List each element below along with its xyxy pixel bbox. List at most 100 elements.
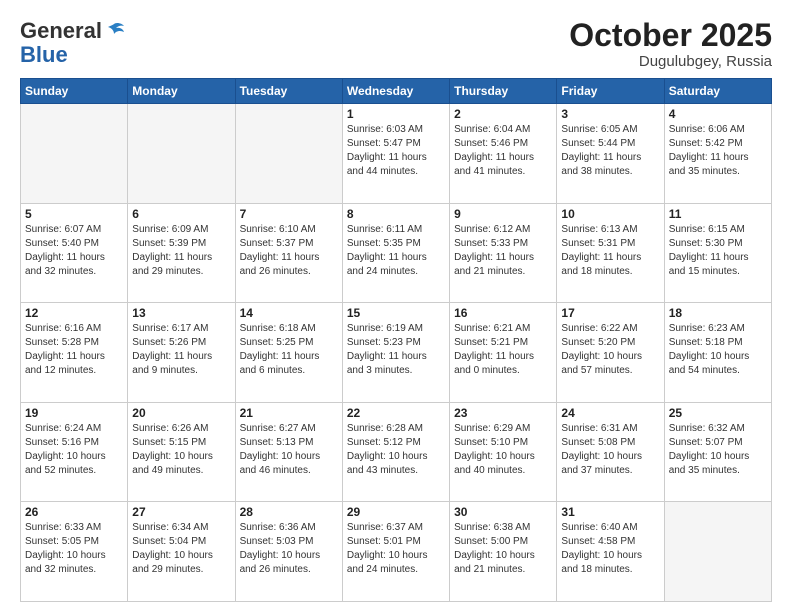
table-row [21,104,128,204]
table-row: 6 Sunrise: 6:09 AM Sunset: 5:39 PM Daylig… [128,203,235,303]
header: General Blue October 2025 Dugulubgey, Ru… [20,18,772,70]
table-row: 15 Sunrise: 6:19 AM Sunset: 5:23 PM Dayli… [342,303,449,403]
day-number: 25 [669,406,767,420]
day-info: Sunrise: 6:33 AM Sunset: 5:05 PM Dayligh… [25,521,123,577]
day-info: Sunrise: 6:21 AM Sunset: 5:21 PM Dayligh… [454,322,552,378]
table-row: 29Sunrise: 6:37 AM Sunset: 5:01 PM Dayli… [342,502,449,602]
col-monday: Monday [128,79,235,104]
day-info: Sunrise: 6:36 AM Sunset: 5:03 PM Dayligh… [240,521,338,577]
day-info: Sunrise: 6:16 AM Sunset: 5:28 PM Dayligh… [25,322,123,378]
table-row: 25 Sunrise: 6:32 AM Sunset: 5:07 PM Dayli… [664,402,771,502]
logo-bird-icon [104,22,124,40]
day-number: 3 [561,107,659,121]
table-row: 31 Sunrise: 6:40 AM Sunset: 4:58 PM Dayli… [557,502,664,602]
day-info: Sunrise: 6:23 AM Sunset: 5:18 PM Dayligh… [669,322,767,378]
day-info: Sunrise: 6:34 AM Sunset: 5:04 PM Dayligh… [132,521,230,577]
day-number: 28 [240,505,338,519]
table-row: 30 Sunrise: 6:38 AM Sunset: 5:00 PM Dayli… [450,502,557,602]
day-number: 29 [347,505,445,519]
day-info: Sunrise: 6:12 AM Sunset: 5:33 PM Dayligh… [454,223,552,279]
day-info: Sunrise: 6:29 AM Sunset: 5:10 PM Dayligh… [454,422,552,478]
day-number: 30 [454,505,552,519]
day-number: 27 [132,505,230,519]
day-number: 2 [454,107,552,121]
table-row: 22 Sunrise: 6:28 AM Sunset: 5:12 PM Dayli… [342,402,449,502]
day-number: 31 [561,505,659,519]
calendar-week-row: 26Sunrise: 6:33 AM Sunset: 5:05 PM Dayli… [21,502,772,602]
table-row: 9 Sunrise: 6:12 AM Sunset: 5:33 PM Daylig… [450,203,557,303]
col-thursday: Thursday [450,79,557,104]
day-info: Sunrise: 6:07 AM Sunset: 5:40 PM Dayligh… [25,223,123,279]
day-number: 20 [132,406,230,420]
table-row: 11Sunrise: 6:15 AM Sunset: 5:30 PM Dayli… [664,203,771,303]
day-info: Sunrise: 6:09 AM Sunset: 5:39 PM Dayligh… [132,223,230,279]
col-wednesday: Wednesday [342,79,449,104]
day-number: 19 [25,406,123,420]
day-number: 7 [240,207,338,221]
table-row: 20Sunrise: 6:26 AM Sunset: 5:15 PM Dayli… [128,402,235,502]
day-number: 1 [347,107,445,121]
day-info: Sunrise: 6:15 AM Sunset: 5:30 PM Dayligh… [669,223,767,279]
day-info: Sunrise: 6:05 AM Sunset: 5:44 PM Dayligh… [561,123,659,179]
table-row: 24 Sunrise: 6:31 AM Sunset: 5:08 PM Dayli… [557,402,664,502]
calendar-week-row: 1Sunrise: 6:03 AM Sunset: 5:47 PM Daylig… [21,104,772,204]
table-row: 10 Sunrise: 6:13 AM Sunset: 5:31 PM Dayli… [557,203,664,303]
day-info: Sunrise: 6:38 AM Sunset: 5:00 PM Dayligh… [454,521,552,577]
title-section: October 2025 Dugulubgey, Russia [569,18,772,70]
table-row: 4Sunrise: 6:06 AM Sunset: 5:42 PM Daylig… [664,104,771,204]
table-row: 8 Sunrise: 6:11 AM Sunset: 5:35 PM Daylig… [342,203,449,303]
day-number: 15 [347,306,445,320]
table-row: 7Sunrise: 6:10 AM Sunset: 5:37 PM Daylig… [235,203,342,303]
day-info: Sunrise: 6:27 AM Sunset: 5:13 PM Dayligh… [240,422,338,478]
day-number: 22 [347,406,445,420]
table-row: 26Sunrise: 6:33 AM Sunset: 5:05 PM Dayli… [21,502,128,602]
day-info: Sunrise: 6:40 AM Sunset: 4:58 PM Dayligh… [561,521,659,577]
table-row: 27 Sunrise: 6:34 AM Sunset: 5:04 PM Dayli… [128,502,235,602]
day-info: Sunrise: 6:32 AM Sunset: 5:07 PM Dayligh… [669,422,767,478]
col-saturday: Saturday [664,79,771,104]
table-row: 17 Sunrise: 6:22 AM Sunset: 5:20 PM Dayli… [557,303,664,403]
page: General Blue October 2025 Dugulubgey, Ru… [0,0,792,612]
day-number: 8 [347,207,445,221]
day-number: 6 [132,207,230,221]
table-row: 19Sunrise: 6:24 AM Sunset: 5:16 PM Dayli… [21,402,128,502]
calendar-week-row: 5Sunrise: 6:07 AM Sunset: 5:40 PM Daylig… [21,203,772,303]
day-number: 23 [454,406,552,420]
day-info: Sunrise: 6:28 AM Sunset: 5:12 PM Dayligh… [347,422,445,478]
table-row [128,104,235,204]
table-row: 12 Sunrise: 6:16 AM Sunset: 5:28 PM Dayli… [21,303,128,403]
day-info: Sunrise: 6:13 AM Sunset: 5:31 PM Dayligh… [561,223,659,279]
table-row: 18 Sunrise: 6:23 AM Sunset: 5:18 PM Dayli… [664,303,771,403]
day-number: 17 [561,306,659,320]
logo: General Blue [20,18,124,68]
day-info: Sunrise: 6:18 AM Sunset: 5:25 PM Dayligh… [240,322,338,378]
calendar-week-row: 12 Sunrise: 6:16 AM Sunset: 5:28 PM Dayli… [21,303,772,403]
table-row: 21 Sunrise: 6:27 AM Sunset: 5:13 PM Dayli… [235,402,342,502]
day-info: Sunrise: 6:19 AM Sunset: 5:23 PM Dayligh… [347,322,445,378]
day-number: 21 [240,406,338,420]
day-info: Sunrise: 6:04 AM Sunset: 5:46 PM Dayligh… [454,123,552,179]
table-row: 3 Sunrise: 6:05 AM Sunset: 5:44 PM Daylig… [557,104,664,204]
day-info: Sunrise: 6:31 AM Sunset: 5:08 PM Dayligh… [561,422,659,478]
day-info: Sunrise: 6:11 AM Sunset: 5:35 PM Dayligh… [347,223,445,279]
calendar-header-row: Sunday Monday Tuesday Wednesday Thursday… [21,79,772,104]
day-number: 10 [561,207,659,221]
day-number: 18 [669,306,767,320]
day-number: 24 [561,406,659,420]
table-row [664,502,771,602]
table-row: 23 Sunrise: 6:29 AM Sunset: 5:10 PM Dayli… [450,402,557,502]
location: Dugulubgey, Russia [569,53,772,70]
table-row: 13Sunrise: 6:17 AM Sunset: 5:26 PM Dayli… [128,303,235,403]
logo-general-text: General [20,18,102,44]
day-number: 13 [132,306,230,320]
table-row: 5Sunrise: 6:07 AM Sunset: 5:40 PM Daylig… [21,203,128,303]
table-row: 16Sunrise: 6:21 AM Sunset: 5:21 PM Dayli… [450,303,557,403]
day-info: Sunrise: 6:06 AM Sunset: 5:42 PM Dayligh… [669,123,767,179]
day-info: Sunrise: 6:22 AM Sunset: 5:20 PM Dayligh… [561,322,659,378]
day-number: 12 [25,306,123,320]
logo-blue-text: Blue [20,42,68,68]
day-number: 14 [240,306,338,320]
day-number: 9 [454,207,552,221]
table-row: 1Sunrise: 6:03 AM Sunset: 5:47 PM Daylig… [342,104,449,204]
col-sunday: Sunday [21,79,128,104]
